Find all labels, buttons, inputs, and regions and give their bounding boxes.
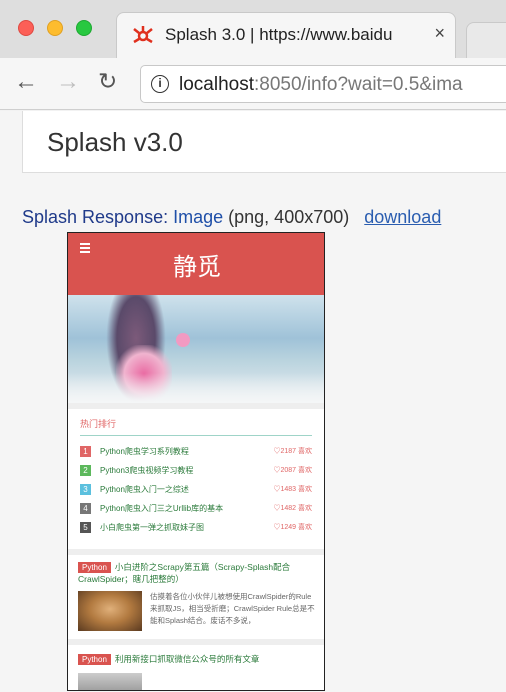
- rank-badge: 5: [80, 522, 91, 533]
- site-title: 静觅: [173, 254, 221, 281]
- rank-title: Python爬虫入门三之Urllib库的基本: [100, 504, 224, 513]
- ranking-item: 2 Python3爬虫视频学习教程 ♡2087 喜欢: [80, 464, 312, 478]
- rank-badge: 2: [80, 465, 91, 476]
- address-bar[interactable]: i localhost:8050/info?wait=0.5&ima: [140, 65, 506, 103]
- hero-grass: [68, 373, 324, 403]
- forward-arrow-icon[interactable]: →: [56, 68, 80, 96]
- rank-badge: 4: [80, 503, 91, 514]
- url-host: localhost: [179, 74, 254, 95]
- browser-toolbar: ← → ↻ i localhost:8050/info?wait=0.5&ima: [0, 58, 506, 110]
- ranking-item: 5 小白爬虫第一弹之抓取妹子图 ♡1249 喜欢: [80, 521, 312, 535]
- download-link[interactable]: download: [364, 207, 441, 227]
- rank-likes: ♡1482 喜欢: [273, 505, 312, 512]
- page-header: Splash v3.0: [22, 111, 506, 173]
- page-title: Splash v3.0: [47, 127, 183, 157]
- url-path: :8050/info?wait=0.5&ima: [254, 74, 463, 95]
- site-header: 静觅: [68, 233, 324, 295]
- rendered-image: 静觅 热门排行 1 Python爬虫学习系列教程 ♡2187 喜欢 2 Pyth…: [67, 232, 325, 691]
- rank-likes: ♡1483 喜欢: [273, 486, 312, 493]
- tab-close-icon[interactable]: ×: [434, 23, 445, 44]
- response-type: Image: [173, 207, 224, 227]
- close-window-button[interactable]: [18, 20, 34, 36]
- url-text[interactable]: localhost:8050/info?wait=0.5&ima: [179, 74, 463, 96]
- hot-ranking-title: 热门排行: [80, 419, 117, 429]
- article-excerpt: 估摸着各位小伙伴儿被想使用CrawlSpider的Rule来抓取JS，相当受折磨…: [150, 592, 315, 625]
- minimize-window-button[interactable]: [47, 20, 63, 36]
- rank-likes: ♡2187 喜欢: [273, 448, 312, 455]
- page-content: Splash v3.0 Splash Response: Image (png,…: [0, 111, 506, 692]
- maximize-window-button[interactable]: [76, 20, 92, 36]
- rank-title: Python3爬虫视频学习教程: [100, 466, 194, 475]
- rank-title: Python爬虫入门一之综述: [100, 485, 189, 494]
- category-tag: Python: [78, 654, 111, 666]
- section-divider: [68, 639, 324, 645]
- tab-title: Splash 3.0 | https://www.baidu: [165, 25, 393, 44]
- hot-ranking-underline: [80, 435, 312, 436]
- article-card: Python 利用新接口抓取微信公众号的所有文章: [78, 653, 318, 669]
- article-title: 利用新接口抓取微信公众号的所有文章: [114, 654, 260, 664]
- response-line: Splash Response: Image (png, 400x700) do…: [22, 207, 441, 228]
- rank-title: 小白爬虫第一弹之抓取妹子图: [100, 523, 204, 532]
- hero-photo: [68, 295, 324, 403]
- section-divider: [68, 403, 324, 409]
- response-meta: (png, 400x700): [228, 207, 350, 227]
- article-thumbnail: [78, 673, 142, 690]
- rank-likes: ♡2087 喜欢: [273, 467, 312, 474]
- article-card: Python 小白进阶之Scrapy第五篇（Scrapy-Splash配合Craw…: [78, 561, 318, 637]
- rank-title: Python爬虫学习系列教程: [100, 447, 189, 456]
- article-title-line: Python 利用新接口抓取微信公众号的所有文章: [78, 653, 318, 666]
- hero-flower: [176, 333, 190, 347]
- ranking-item: 3 Python爬虫入门一之综述 ♡1483 喜欢: [80, 483, 312, 497]
- browser-tab-new[interactable]: [466, 22, 506, 58]
- article-title-line: Python 小白进阶之Scrapy第五篇（Scrapy-Splash配合Craw…: [78, 561, 318, 585]
- response-label: Splash Response:: [22, 207, 169, 227]
- rank-likes: ♡1249 喜欢: [273, 524, 312, 531]
- rank-badge: 3: [80, 484, 91, 495]
- section-divider: [68, 549, 324, 555]
- ranking-item: 1 Python爬虫学习系列教程 ♡2187 喜欢: [80, 445, 312, 459]
- browser-tab-active[interactable]: Splash 3.0 | https://www.baidu ×: [116, 12, 456, 58]
- ranking-item: 4 Python爬虫入门三之Urllib库的基本 ♡1482 喜欢: [80, 502, 312, 516]
- splash-favicon-icon: [133, 26, 153, 44]
- rank-badge: 1: [80, 446, 91, 457]
- window-titlebar: Splash 3.0 | https://www.baidu ×: [0, 0, 506, 58]
- reload-icon[interactable]: ↻: [98, 68, 117, 95]
- category-tag: Python: [78, 562, 111, 574]
- article-thumbnail: [78, 591, 142, 631]
- site-info-icon[interactable]: i: [151, 75, 169, 93]
- back-arrow-icon[interactable]: ←: [14, 68, 38, 96]
